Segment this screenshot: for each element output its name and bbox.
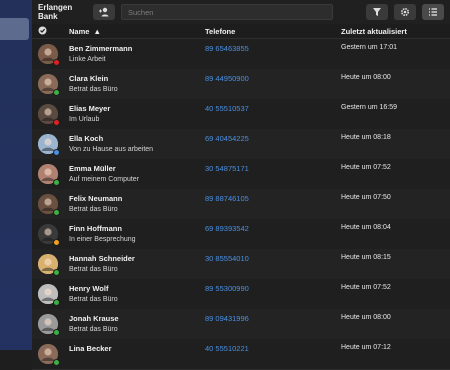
table-row[interactable]: Elias Meyer Im Urlaub 40 55510537 Gestern u… [32, 99, 450, 130]
table-row[interactable]: Hannah Schneider Betrat das Büro 30 855540… [32, 249, 450, 280]
last-updated: Heute um 08:00 [341, 314, 391, 321]
contact-phone-link[interactable]: 89 55300990 [205, 284, 249, 293]
contact-name: Hannah Schneider [69, 254, 135, 263]
table-row[interactable]: Emma Müller Auf meinem Computer 30 5487517… [32, 159, 450, 190]
contact-status-text: In einer Besprechung [69, 236, 136, 243]
contact-phone-link[interactable]: 89 44950900 [205, 74, 249, 83]
contact-status-text: Im Urlaub [69, 116, 100, 123]
avatar [38, 164, 60, 186]
contact-status-text: Betrat das Büro [69, 266, 118, 273]
table-header: Name ▲ Telefone Zuletzt aktualisiert [32, 24, 450, 39]
column-header-phone[interactable]: Telefone [205, 27, 235, 36]
status-badge [53, 299, 60, 306]
contact-name: Felix Neumann [69, 194, 123, 203]
contact-phone-link[interactable]: 89 65463855 [205, 44, 249, 53]
avatar [38, 224, 60, 246]
table-row[interactable]: Henry Wolf Betrat das Büro 89 55300990 Heut… [32, 279, 450, 310]
avatar [38, 194, 60, 216]
table-row[interactable]: Finn Hoffmann In einer Besprechung 69 8939… [32, 219, 450, 250]
status-badge [53, 59, 60, 66]
last-updated: Heute um 07:52 [341, 164, 391, 171]
table-row[interactable]: Felix Neumann Betrat das Büro 89 88746105 H… [32, 189, 450, 220]
avatar [38, 44, 60, 66]
contact-status-text: Betrat das Büro [69, 296, 118, 303]
last-updated: Heute um 08:15 [341, 254, 391, 261]
filter-button[interactable] [366, 4, 388, 20]
table-row[interactable]: Ben Zimmermann Linke Arbeit 89 65463855 Ges… [32, 39, 450, 70]
toolbar: Erlangen Bank [32, 0, 450, 24]
avatar [38, 314, 60, 336]
avatar [38, 104, 60, 126]
check-circle-icon [38, 26, 47, 35]
settings-button[interactable] [394, 4, 416, 20]
avatar [38, 254, 60, 276]
list-icon [429, 8, 437, 16]
table-row[interactable]: Jonah Krause Betrat das Büro 89 09431996 He… [32, 309, 450, 340]
add-contact-button[interactable] [93, 4, 115, 20]
last-updated: Heute um 08:00 [341, 74, 391, 81]
status-badge [53, 359, 60, 366]
contact-phone-link[interactable]: 89 09431996 [205, 314, 249, 323]
last-updated: Gestern um 17:01 [341, 44, 398, 51]
contact-status-text: Von zu Hause aus arbeiten [69, 146, 154, 153]
contact-name: Henry Wolf [69, 284, 109, 293]
avatar [38, 284, 60, 306]
contact-name: Lina Becker [69, 344, 112, 353]
last-updated: Heute um 07:50 [341, 194, 391, 201]
status-badge [53, 209, 60, 216]
status-badge [53, 119, 60, 126]
table-row[interactable]: Clara Klein Betrat das Büro 89 44950900 Heu… [32, 69, 450, 100]
contact-phone-link[interactable]: 40 55510221 [205, 344, 249, 353]
sidebar [0, 0, 32, 350]
contact-phone-link[interactable]: 30 85554010 [205, 254, 249, 263]
status-badge [53, 179, 60, 186]
column-header-name[interactable]: Name ▲ [69, 27, 101, 36]
contact-name: Ella Koch [69, 134, 104, 143]
avatar [38, 344, 60, 366]
contact-phone-link[interactable]: 69 40454225 [205, 134, 249, 143]
status-badge [53, 329, 60, 336]
add-person-icon [99, 7, 109, 17]
table-row[interactable]: Lina Becker 40 55510221 Heute um 07:12 [32, 339, 450, 370]
contact-name: Finn Hoffmann [69, 224, 122, 233]
status-badge [53, 149, 60, 156]
contact-phone-link[interactable]: 69 89393542 [205, 224, 249, 233]
last-updated: Heute um 07:52 [341, 284, 391, 291]
contact-phone-link[interactable]: 40 55510537 [205, 104, 249, 113]
contact-status-text: Betrat das Büro [69, 206, 118, 213]
app-title: Erlangen Bank [38, 3, 73, 21]
contact-name: Elias Meyer [69, 104, 111, 113]
status-badge [53, 269, 60, 276]
select-all-checkbox[interactable] [38, 26, 47, 37]
avatar [38, 74, 60, 96]
status-badge [53, 239, 60, 246]
contact-status-text: Auf meinem Computer [69, 176, 140, 183]
search-input[interactable] [121, 4, 333, 20]
contact-name: Jonah Krause [69, 314, 119, 323]
contact-status-text: Betrat das Büro [69, 86, 118, 93]
sort-ascending-icon: ▲ [93, 27, 101, 36]
avatar [38, 134, 60, 156]
column-header-updated[interactable]: Zuletzt aktualisiert [341, 27, 407, 36]
column-header-name-label: Name [69, 27, 90, 36]
last-updated: Heute um 08:18 [341, 134, 391, 141]
contact-name: Clara Klein [69, 74, 109, 83]
contact-status-text: Betrat das Büro [69, 326, 118, 333]
status-badge [53, 89, 60, 96]
gear-icon [400, 7, 410, 17]
contact-name: Ben Zimmermann [69, 44, 133, 53]
contact-phone-link[interactable]: 89 88746105 [205, 194, 249, 203]
filter-icon [373, 8, 381, 16]
list-view-button[interactable] [422, 4, 444, 20]
contact-status-text: Linke Arbeit [69, 56, 106, 63]
contact-phone-link[interactable]: 30 54875171 [205, 164, 249, 173]
last-updated: Heute um 08:04 [341, 224, 391, 231]
last-updated: Gestern um 16:59 [341, 104, 398, 111]
sidebar-selected-item[interactable] [0, 18, 29, 40]
table-row[interactable]: Ella Koch Von zu Hause aus arbeiten 69 404… [32, 129, 450, 160]
contact-name: Emma Müller [69, 164, 116, 173]
